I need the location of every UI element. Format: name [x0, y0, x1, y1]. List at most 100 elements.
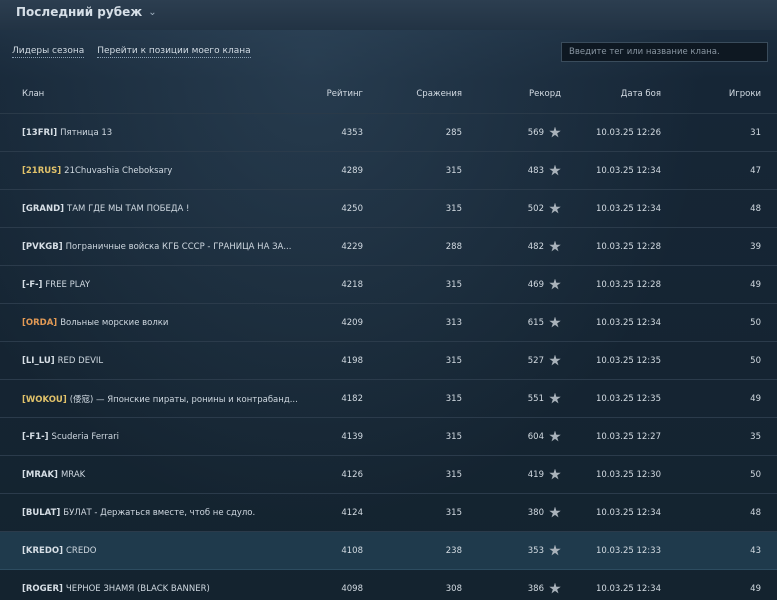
clan-tag[interactable]: [21RUS]: [22, 166, 61, 176]
record-cell: 551: [527, 392, 561, 405]
record-cell: 527: [528, 354, 561, 367]
leaderboard-table: Клан Рейтинг Сражения Рекорд Дата боя Иг…: [0, 75, 777, 600]
clan-tag[interactable]: [BULAT]: [22, 508, 60, 518]
players-cell: 48: [750, 203, 761, 214]
star-icon: [549, 202, 561, 214]
table-row[interactable]: [WOKOU] (倭寇) — Японские пираты, ронины и …: [0, 380, 777, 418]
clan-tag[interactable]: [-F1-]: [22, 432, 49, 442]
clan-cell: [WOKOU] (倭寇) — Японские пираты, ронины и …: [22, 393, 298, 405]
table-row[interactable]: [ORDA] Вольные морские волки 4209 313 615…: [0, 304, 777, 342]
clan-name: 21Chuvashia Cheboksary: [64, 165, 173, 176]
star-icon: [549, 240, 561, 252]
rating-cell: 4108: [341, 545, 363, 556]
clan-name: Пятница 13: [60, 127, 113, 138]
star-icon: [549, 392, 561, 404]
battles-cell: 315: [445, 165, 462, 176]
record-value: 469: [527, 279, 544, 290]
battles-cell: 315: [445, 393, 462, 404]
record-cell: 353: [527, 544, 561, 557]
clan-tag[interactable]: [-F-]: [22, 280, 42, 290]
star-icon: [549, 430, 561, 442]
table-row[interactable]: [BULAT] БУЛАТ - Держаться вместе, чтоб не…: [0, 494, 777, 532]
table-header: Клан Рейтинг Сражения Рекорд Дата боя Иг…: [0, 75, 777, 114]
clan-tag[interactable]: [ORDA]: [22, 318, 57, 328]
clan-tag[interactable]: [MRAK]: [22, 470, 58, 480]
rating-cell: 4182: [341, 393, 363, 404]
col-players-header[interactable]: Игроки: [729, 89, 761, 99]
clan-tag[interactable]: [LI_LU]: [22, 356, 55, 366]
col-date-header[interactable]: Дата боя: [621, 89, 661, 99]
table-row[interactable]: [LI_LU] RED DEVIL 4198 315 527 10.03.25 1…: [0, 342, 777, 380]
record-cell: 419: [528, 468, 561, 481]
star-icon: [549, 164, 561, 176]
clan-tag[interactable]: [GRAND]: [22, 204, 64, 214]
battles-cell: 315: [445, 203, 462, 214]
table-row[interactable]: [KREDO] CREDO 4108 238 353 10.03.25 12:33…: [0, 532, 777, 570]
clan-cell: [21RUS] 21Chuvashia Cheboksary: [22, 166, 172, 176]
date-cell: 10.03.25 12:33: [595, 545, 661, 556]
table-row[interactable]: [GRAND] ТАМ ГДЕ МЫ ТАМ ПОБЕДА ! 4250 315 …: [0, 190, 777, 228]
season-leaders-link[interactable]: Лидеры сезона: [12, 46, 85, 58]
battles-cell: 238: [445, 545, 462, 556]
clan-name: ЧЕРНОЕ ЗНАМЯ (BLACK BANNER): [65, 583, 210, 594]
goto-my-clan-link[interactable]: Перейти к позиции моего клана: [97, 46, 251, 58]
record-cell: 386: [528, 582, 561, 595]
col-clan-header[interactable]: Клан: [22, 89, 44, 99]
players-cell: 35: [750, 431, 761, 442]
table-row[interactable]: [-F1-] Scuderia Ferrari 4139 315 604 10.0…: [0, 418, 777, 456]
players-cell: 50: [750, 317, 761, 328]
col-battles-header[interactable]: Сражения: [416, 89, 462, 99]
table-row[interactable]: [-F-] FREE PLAY 4218 315 469 10.03.25 12:…: [0, 266, 777, 304]
players-cell: 39: [750, 241, 761, 252]
star-icon: [549, 316, 561, 328]
rating-cell: 4139: [341, 431, 363, 442]
clan-tag[interactable]: [ROGER]: [22, 584, 63, 594]
clan-name: БУЛАТ - Держаться вместе, чтоб не сдуло.: [63, 507, 256, 518]
players-cell: 43: [750, 545, 761, 556]
record-value: 353: [527, 545, 544, 556]
record-value: 380: [527, 507, 544, 518]
clan-tag[interactable]: [PVKGB]: [22, 242, 63, 252]
rating-cell: 4209: [341, 317, 363, 328]
players-cell: 47: [750, 165, 761, 176]
clan-name: ТАМ ГДЕ МЫ ТАМ ПОБЕДА !: [67, 203, 190, 214]
star-icon: [549, 468, 561, 480]
col-record-header[interactable]: Рекорд: [529, 89, 561, 99]
players-cell: 49: [750, 583, 761, 594]
record-value: 502: [527, 203, 544, 214]
clan-search-input[interactable]: [561, 42, 768, 62]
table-row[interactable]: [21RUS] 21Chuvashia Cheboksary 4289 315 4…: [0, 152, 777, 190]
star-icon: [549, 354, 561, 366]
clan-cell: [BULAT] БУЛАТ - Держаться вместе, чтоб не…: [22, 508, 255, 518]
players-cell: 50: [750, 469, 761, 480]
clan-tag[interactable]: [13FRI]: [22, 128, 57, 138]
battles-cell: 285: [445, 127, 462, 138]
star-icon: [549, 582, 561, 594]
table-row[interactable]: [PVKGB] Пограничные войска КГБ СССР - ГРА…: [0, 228, 777, 266]
season-selector[interactable]: Последний рубеж ⌄: [16, 5, 157, 19]
record-value: 569: [527, 127, 544, 138]
players-cell: 49: [750, 279, 761, 290]
battles-cell: 288: [445, 241, 462, 252]
record-value: 482: [527, 241, 544, 252]
page-title: Последний рубеж: [16, 5, 143, 19]
star-icon: [549, 544, 561, 556]
record-value: 551: [527, 393, 544, 404]
clan-tag[interactable]: [WOKOU]: [22, 395, 67, 405]
table-row[interactable]: [13FRI] Пятница 13 4353 285 569 10.03.25 …: [0, 114, 777, 152]
battles-cell: 315: [445, 355, 462, 366]
record-cell: 483: [527, 164, 561, 177]
clan-name: Scuderia Ferrari: [51, 431, 119, 442]
date-cell: 10.03.25 12:28: [595, 279, 661, 290]
table-row[interactable]: [MRAK] MRAK 4126 315 419 10.03.25 12:30 5…: [0, 456, 777, 494]
battles-cell: 315: [445, 431, 462, 442]
table-body: [13FRI] Пятница 13 4353 285 569 10.03.25 …: [0, 114, 777, 600]
rating-cell: 4289: [341, 165, 363, 176]
col-rating-header[interactable]: Рейтинг: [327, 89, 363, 99]
clan-tag[interactable]: [KREDO]: [22, 546, 63, 556]
rating-cell: 4218: [341, 279, 363, 290]
battles-cell: 315: [445, 279, 462, 290]
date-cell: 10.03.25 12:30: [595, 469, 661, 480]
record-value: 483: [527, 165, 544, 176]
table-row[interactable]: [ROGER] ЧЕРНОЕ ЗНАМЯ (BLACK BANNER) 4098 …: [0, 570, 777, 600]
